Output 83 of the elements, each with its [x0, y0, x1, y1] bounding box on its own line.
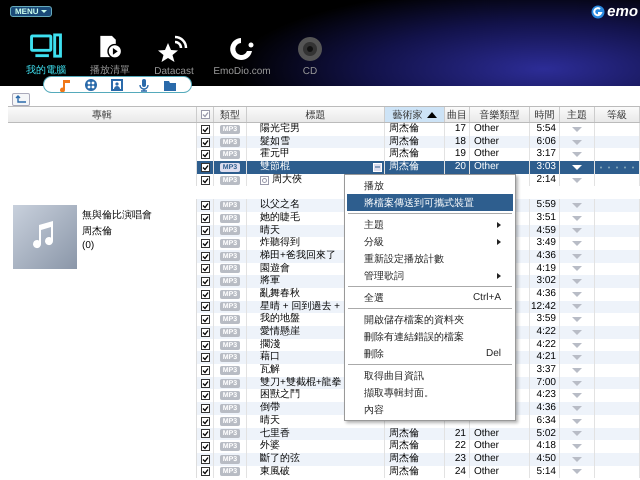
duration-cell: 3:02	[536, 275, 556, 288]
artist-cell: 周杰倫	[389, 466, 419, 478]
artist-cell-text: 周杰倫	[389, 452, 419, 466]
duration-cell: 4:21	[536, 351, 556, 364]
duration-cell: 7:00	[536, 376, 556, 390]
artist-cell-text: 周杰倫	[389, 428, 419, 440]
track-title: 斷了的弦	[260, 452, 300, 466]
artist-cell-text: 周杰倫	[389, 123, 419, 136]
duration-cell: 4:36	[536, 250, 556, 263]
track-title: 以父之名	[260, 199, 300, 212]
duration-cell: 3:51	[536, 212, 556, 225]
duration-cell: 4:22	[536, 326, 556, 339]
track-title: 愛情懸崖	[260, 326, 300, 338]
artist-cell-text: 周杰倫	[389, 440, 419, 452]
artist-cell-text: 周杰倫	[389, 136, 419, 148]
track-title: 亂舞春秋	[260, 288, 300, 300]
track-number: 24	[454, 466, 466, 478]
artist-cell: 周杰倫	[389, 161, 419, 174]
duration-cell: 4:18	[536, 440, 556, 453]
duration-cell: 5:02	[536, 428, 556, 440]
genre-cell: Other	[474, 440, 500, 453]
track-number: 20	[454, 161, 466, 174]
track-number: 22	[454, 440, 466, 453]
genre-cell: Other	[474, 148, 500, 162]
track-title: 倒帶	[260, 402, 280, 414]
genre-cell: Other	[474, 466, 500, 478]
duration-cell: 3:49	[536, 237, 556, 250]
track-title: 園遊會	[260, 262, 290, 275]
track-title: 炸聽得到	[260, 237, 300, 250]
duration-cell: 4:22	[536, 338, 556, 352]
duration-cell: 6:06	[536, 136, 556, 148]
duration-cell: 5:14	[536, 466, 556, 478]
track-title: 將軍	[260, 275, 280, 288]
duration-cell: 3:59	[536, 313, 556, 326]
duration-cell: 6:34	[536, 414, 556, 428]
track-title: 擱淺	[260, 338, 280, 350]
track-title: 雙刀+雙截棍+龍拳	[260, 376, 342, 388]
duration-cell: 4:19	[536, 262, 556, 276]
album-artist: 周杰倫	[82, 224, 113, 238]
shortcut-text: Ctrl+A	[472, 292, 501, 303]
duration-cell: 4:23	[536, 389, 556, 402]
track-title: 她的睫毛	[260, 212, 300, 224]
genre-cell: Other	[474, 452, 500, 466]
track-title: 髮如雪	[260, 136, 290, 148]
track-title: 七里香	[260, 428, 290, 440]
track-title: 周大俠	[272, 174, 302, 186]
genre-cell: Other	[474, 136, 500, 148]
track-title: 晴天	[260, 414, 280, 428]
genre-cell: Other	[474, 123, 500, 136]
track-title: 陽光宅男	[260, 123, 300, 136]
track-number: 21	[454, 428, 466, 440]
track-number: 23	[454, 452, 466, 466]
track-number: 18	[454, 136, 466, 148]
logo-text: emo	[607, 3, 638, 20]
album-count: (0)	[82, 240, 96, 252]
track-title: 晴天	[260, 224, 280, 236]
track-title: 我的地盤	[260, 313, 300, 326]
duration-cell: 4:59	[536, 224, 556, 238]
genre-cell: Other	[474, 428, 500, 440]
duration-cell: 4:36	[536, 402, 556, 415]
album-name: 無與倫比演唱會	[82, 208, 152, 222]
duration-cell: 2:14	[536, 174, 556, 186]
duration-cell: 12:42	[530, 300, 556, 314]
duration-cell: 5:59	[536, 199, 556, 212]
duration-cell: 3:17	[536, 148, 556, 162]
track-title: 藉口	[260, 351, 280, 364]
duration-cell: 5:54	[536, 123, 556, 136]
track-title: 霍元甲	[260, 148, 290, 161]
track-number: 19	[454, 148, 466, 162]
track-title: 梯田+爸我回來了	[260, 250, 336, 262]
track-title: 東風破	[260, 466, 290, 478]
duration-cell: 4:36	[536, 288, 556, 301]
duration-cell: 4:50	[536, 452, 556, 466]
track-title: 困獸之鬥	[260, 389, 300, 402]
track-title: 雙節棍	[260, 161, 290, 174]
track-title: 外婆	[260, 440, 280, 453]
genre-cell: Other	[474, 161, 500, 174]
track-number: 17	[454, 123, 466, 136]
duration-cell: 3:37	[536, 364, 556, 377]
artist-cell-text: 周杰倫	[389, 148, 419, 161]
track-title: 星晴 + 回到過去 +	[260, 300, 340, 312]
track-title: 瓦解	[260, 364, 280, 377]
duration-cell: 3:03	[536, 161, 556, 174]
